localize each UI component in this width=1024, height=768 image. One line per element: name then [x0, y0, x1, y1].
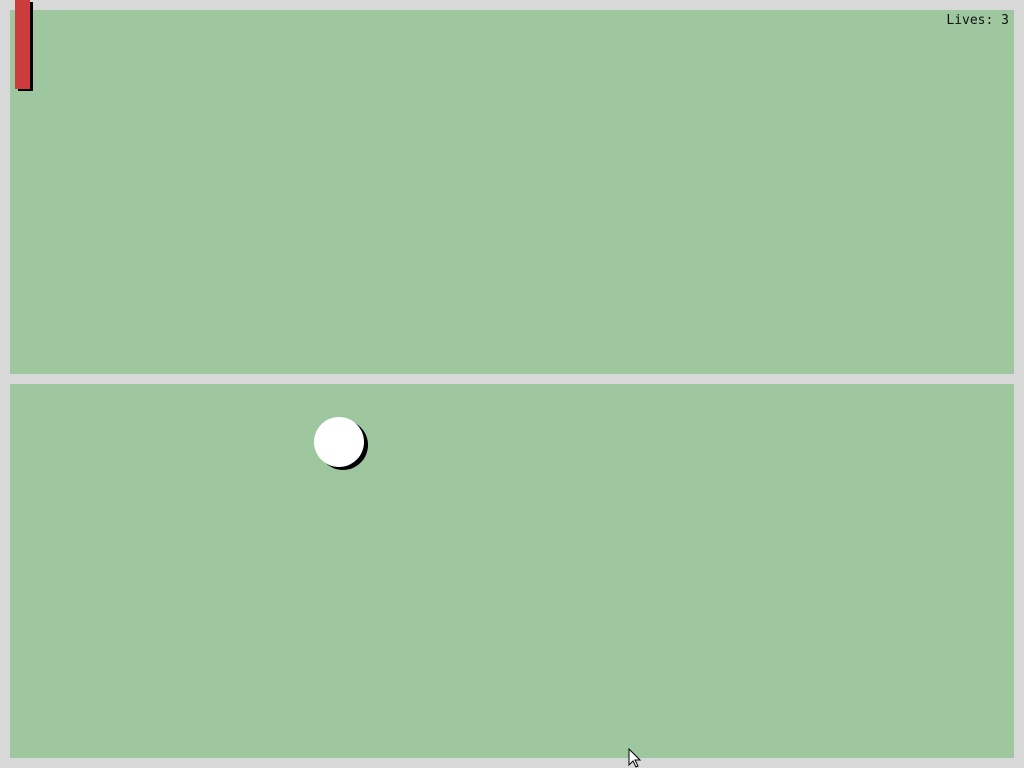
court-top-half	[10, 10, 1014, 374]
mouse-pointer-icon	[628, 748, 642, 768]
ball	[314, 417, 364, 467]
lives-counter: Lives: 3	[946, 13, 1009, 28]
court-bottom-half	[10, 384, 1014, 758]
player-paddle[interactable]	[15, 0, 30, 89]
game-screen[interactable]: Lives: 3	[0, 0, 1024, 768]
